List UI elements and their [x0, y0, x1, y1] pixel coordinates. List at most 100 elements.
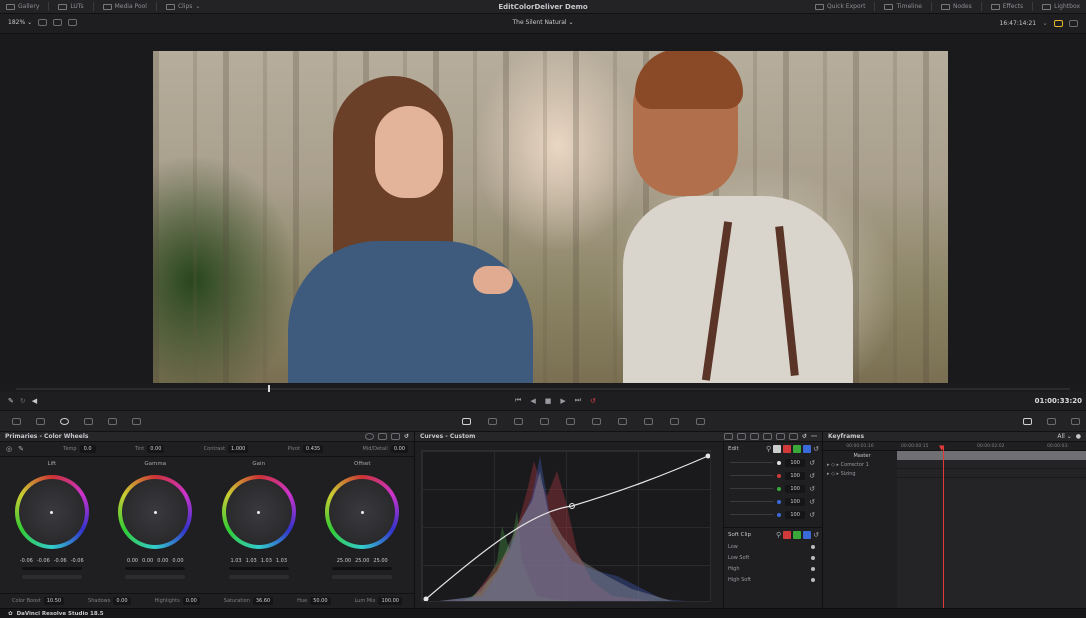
lift-values[interactable]: -0.06 -0.06 -0.06 -0.06 — [20, 558, 84, 564]
shadows-field[interactable]: Shadows 0.00 — [88, 597, 131, 605]
keyframes-toggle-icon[interactable] — [1071, 418, 1080, 425]
brush-tool-icon[interactable]: ✎ — [8, 397, 14, 405]
gamma-master-slider[interactable] — [125, 575, 186, 579]
fullscreen-icon[interactable] — [1069, 19, 1078, 27]
magic-mask-icon[interactable] — [592, 418, 601, 425]
softclip-high-row[interactable]: High — [724, 563, 823, 574]
link-icon[interactable]: ⚲ — [766, 445, 771, 453]
expand-arrow-icon[interactable]: ▸ ◇ ▸ — [827, 462, 841, 468]
curves-graph[interactable] — [421, 450, 711, 602]
expand-arrow-icon[interactable]: ▸ ◇ ▸ — [827, 471, 841, 477]
curve-hue-lum-icon[interactable] — [762, 433, 772, 440]
skip-end-icon[interactable]: ⏭ — [575, 396, 581, 405]
channel-r-button[interactable] — [783, 445, 792, 453]
link-icon[interactable]: ⚲ — [776, 531, 781, 539]
pivot-field[interactable]: Pivot 0.435 — [288, 445, 324, 453]
keyframe-playhead[interactable] — [943, 446, 944, 608]
qualifier-icon[interactable] — [514, 418, 523, 425]
softclip-low-row[interactable]: Low — [724, 541, 823, 552]
motion-effects-icon[interactable] — [132, 418, 141, 425]
play-reverse-icon[interactable]: ◀ — [530, 397, 535, 405]
curve-sat-sat-icon[interactable] — [788, 433, 798, 440]
saturation-field[interactable]: Saturation 36.60 — [224, 597, 274, 605]
window-icon[interactable] — [540, 418, 549, 425]
key-icon[interactable] — [644, 418, 653, 425]
reset-icon[interactable]: ↺ — [809, 459, 815, 467]
audio-icon[interactable]: ◀ — [32, 397, 37, 405]
chevron-down-icon[interactable]: ⌄ — [1042, 19, 1048, 27]
gain-wheel-disc[interactable] — [221, 475, 296, 549]
reset-icon[interactable]: ↺ — [404, 433, 409, 440]
log-mode-icon[interactable] — [390, 433, 400, 440]
color-match-icon[interactable] — [36, 418, 45, 425]
tracker-icon[interactable] — [566, 418, 575, 425]
play-icon[interactable]: ▶ — [560, 397, 565, 405]
hdr-wheels-icon[interactable] — [84, 418, 93, 425]
scrub-playhead[interactable] — [268, 385, 270, 392]
temp-field[interactable]: Temp 0.0 — [63, 445, 96, 453]
stop-icon[interactable]: ■ — [545, 397, 552, 405]
keyframe-track-area[interactable] — [897, 451, 1086, 608]
reset-icon[interactable]: ↺ — [809, 498, 815, 506]
kf-row-master[interactable]: Master — [823, 451, 897, 460]
lift-master-slider[interactable] — [21, 575, 82, 579]
loop-playback-icon[interactable]: ↺ — [590, 397, 596, 405]
offset-master-slider[interactable] — [332, 575, 393, 579]
scopes-icon[interactable] — [1023, 418, 1032, 425]
offset-wheel-disc[interactable] — [325, 475, 400, 549]
contrast-field[interactable]: Contrast 1.000 — [204, 445, 249, 453]
gain-master-slider[interactable] — [228, 575, 289, 579]
blur-icon[interactable] — [618, 418, 627, 425]
reset-icon[interactable]: ↺ — [813, 445, 819, 453]
lift-wheel-disc[interactable] — [14, 475, 89, 549]
playhead-marker-icon[interactable]: ▼ — [939, 444, 944, 452]
hue-field[interactable]: Hue 50.00 — [297, 597, 331, 605]
kf-row-sizing[interactable]: ▸ ◇ ▸ Sizing — [823, 469, 897, 478]
reset-icon[interactable]: ↺ — [809, 472, 815, 480]
curve-custom-icon[interactable] — [723, 433, 733, 440]
skip-start-icon[interactable]: ⏮ — [515, 396, 521, 405]
highlights-field[interactable]: Highlights 0.00 — [155, 597, 200, 605]
bars-mode-icon[interactable] — [377, 433, 387, 440]
auto-balance-icon[interactable]: ◎ — [6, 445, 12, 453]
color-wheels-icon[interactable] — [60, 418, 69, 425]
clip-name-dropdown[interactable]: The Silent Natural ⌄ — [0, 19, 1086, 26]
more-options-icon[interactable]: ⋯ — [811, 433, 817, 440]
channel-b-button[interactable] — [803, 445, 812, 453]
keyframes-filter[interactable]: All ⌄ — [1057, 433, 1071, 440]
loop-icon[interactable]: ↻ — [20, 397, 26, 405]
reset-icon[interactable]: ↺ — [809, 511, 815, 519]
reset-icon[interactable]: ↺ — [802, 433, 807, 440]
scrub-bar[interactable] — [16, 388, 1070, 390]
curve-hue-hue-icon[interactable] — [736, 433, 746, 440]
softclip-b-button[interactable] — [803, 530, 812, 539]
softclip-g-button[interactable] — [793, 530, 802, 539]
camera-raw-icon[interactable] — [12, 418, 21, 425]
softclip-lowsoft-row[interactable]: Low Soft — [724, 552, 823, 563]
offset-values[interactable]: 25.00 25.00 25.00 — [337, 558, 388, 564]
warper-icon[interactable] — [488, 418, 497, 425]
softclip-r-button[interactable] — [783, 530, 792, 539]
keyframe-dot-icon[interactable]: ● — [1076, 433, 1081, 440]
tint-field[interactable]: Tint 0.00 — [135, 445, 165, 453]
rgb-mixer-icon[interactable] — [108, 418, 117, 425]
curve-lum-sat-icon[interactable] — [775, 433, 785, 440]
video-frame[interactable] — [153, 51, 948, 383]
wheels-mode-icon[interactable] — [364, 433, 374, 440]
3d-icon[interactable] — [696, 418, 705, 425]
color-boost-field[interactable]: Color Boost 10.50 — [12, 597, 65, 605]
gamma-values[interactable]: 0.00 0.00 0.00 0.00 — [127, 558, 184, 564]
curve-hue-sat-icon[interactable] — [749, 433, 759, 440]
softclip-highsoft-row[interactable]: High Soft — [724, 574, 823, 585]
sizing-icon[interactable] — [670, 418, 679, 425]
middetail-field[interactable]: Mid/Detail 0.00 — [363, 445, 408, 453]
channel-g-button[interactable] — [793, 445, 802, 453]
highlight-icon[interactable] — [1054, 19, 1063, 27]
gain-values[interactable]: 1.03 1.03 1.03 1.03 — [230, 558, 287, 564]
kf-row-corrector[interactable]: ▸ ◇ ▸ Corrector 1 — [823, 460, 897, 469]
picker-icon[interactable]: ✎ — [18, 445, 24, 453]
info-icon[interactable] — [1047, 418, 1056, 425]
reset-icon[interactable]: ↺ — [813, 531, 819, 539]
channel-y-button[interactable] — [773, 445, 782, 453]
curves-icon[interactable] — [462, 418, 471, 425]
